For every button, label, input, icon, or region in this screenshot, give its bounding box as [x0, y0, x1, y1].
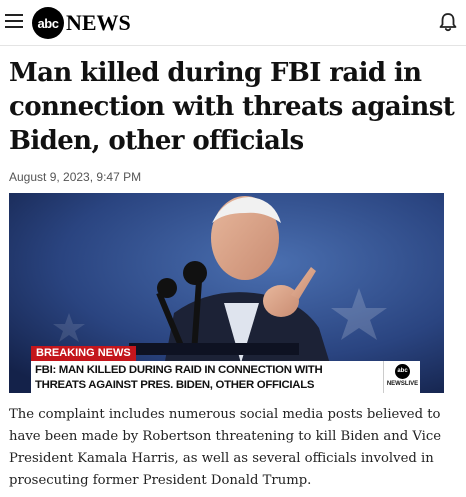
abc-news-logo[interactable]: abc NEWS [32, 7, 131, 39]
banner-text: FBI: MAN KILLED DURING RAID IN CONNECTIO… [31, 361, 383, 393]
breaking-news-label: BREAKING NEWS [31, 346, 136, 361]
article-headline: Man killed during FBI raid in connection… [9, 58, 455, 156]
mini-logo-circle: abc [395, 364, 410, 379]
banner-line-2: THREATS AGAINST PRES. BIDEN, OTHER OFFIC… [35, 379, 315, 391]
article-photo[interactable]: BREAKING NEWS FBI: MAN KILLED DURING RAI… [9, 193, 444, 393]
mini-logo-label: NEWSLIVE [386, 381, 419, 387]
bell-icon[interactable] [437, 11, 459, 33]
logo-wordmark: NEWS [66, 10, 131, 35]
logo-circle: abc [32, 7, 64, 39]
abc-news-live-logo: abc NEWSLIVE [383, 361, 420, 393]
article-date: August 9, 2023, 9:47 PM [9, 170, 142, 184]
article-body-paragraph: The complaint includes numerous social m… [9, 407, 442, 488]
top-navigation-bar: abc NEWS [0, 0, 466, 46]
menu-icon[interactable] [5, 14, 25, 32]
banner-line-1: FBI: MAN KILLED DURING RAID IN CONNECTIO… [35, 364, 323, 376]
